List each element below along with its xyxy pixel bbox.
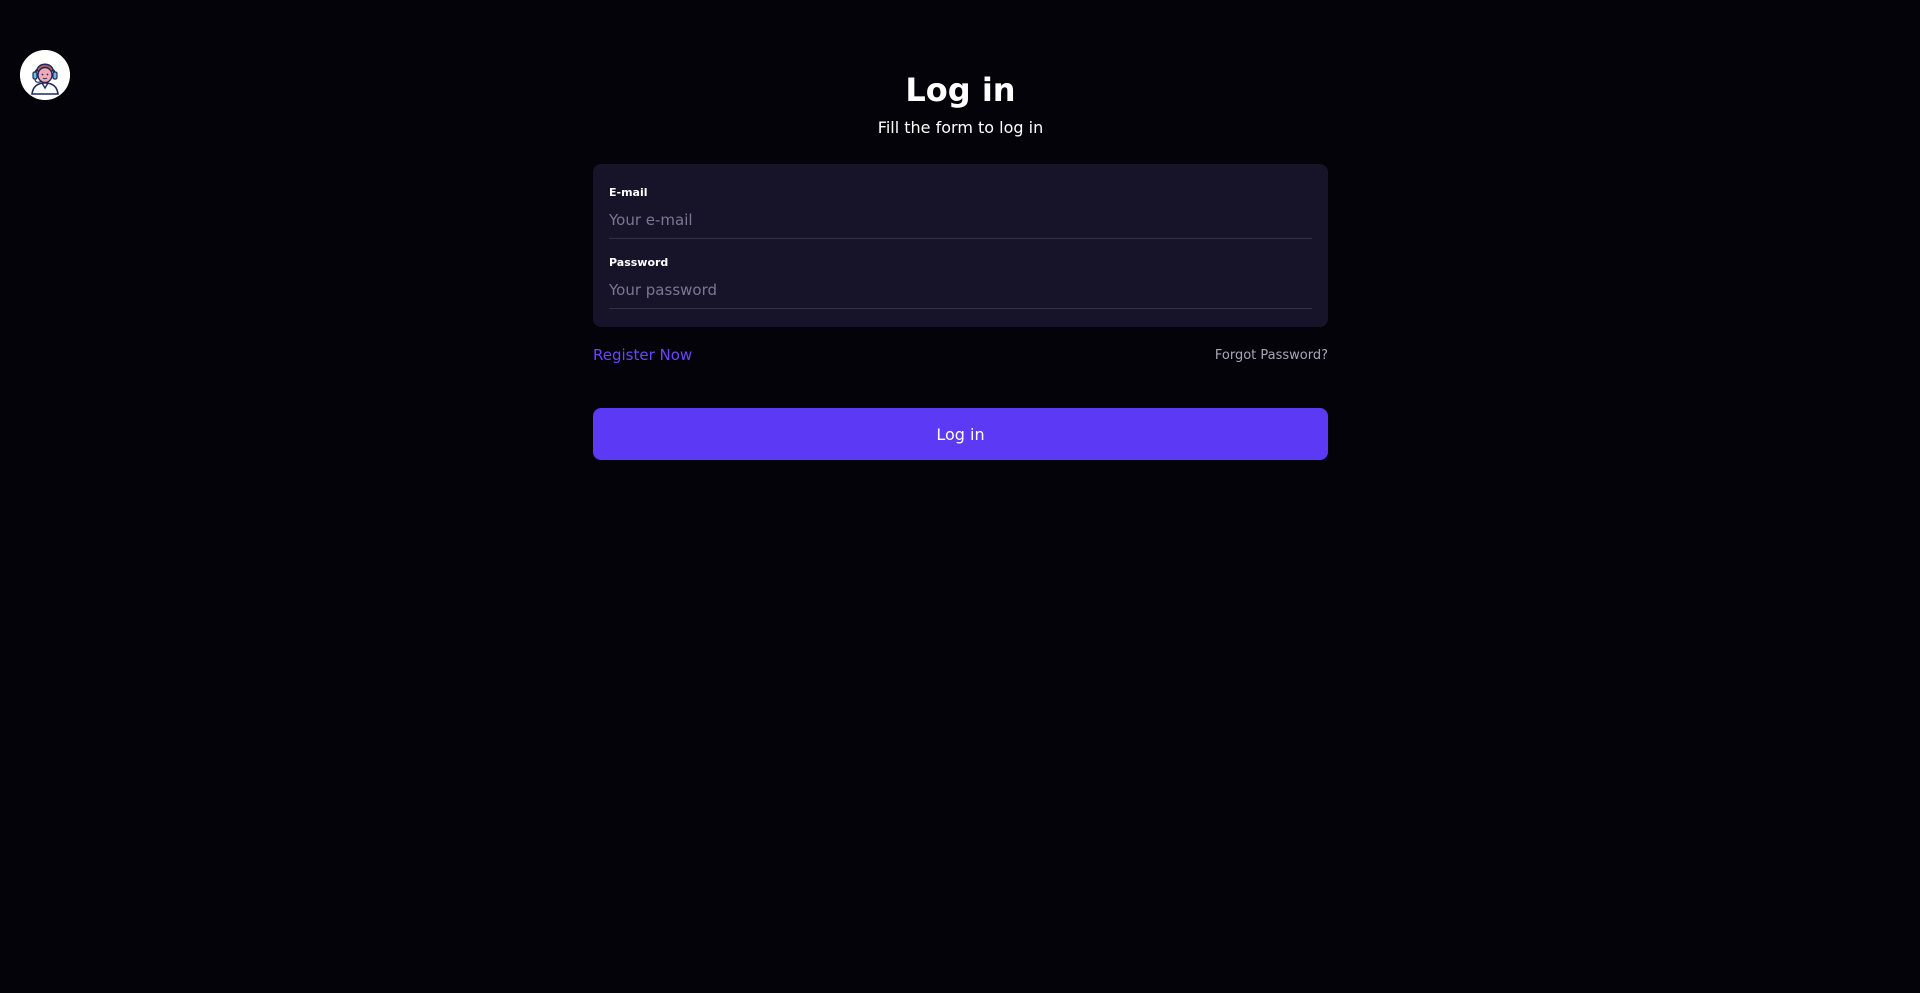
login-form: E-mail Password — [593, 164, 1328, 327]
password-label: Password — [609, 256, 669, 269]
email-input[interactable] — [609, 206, 1312, 239]
password-input[interactable] — [609, 276, 1312, 309]
page-title: Log in — [905, 71, 1016, 109]
forgot-password-link[interactable]: Forgot Password? — [1215, 346, 1328, 366]
login-button[interactable]: Log in — [593, 408, 1328, 460]
form-links: Register Now Forgot Password? — [593, 345, 1328, 367]
register-now-link[interactable]: Register Now — [593, 345, 692, 365]
email-field-group: E-mail — [609, 186, 1312, 239]
user-avatar-icon[interactable] — [20, 50, 70, 100]
email-label: E-mail — [609, 186, 648, 199]
password-field-group: Password — [609, 256, 1312, 309]
page-subtitle: Fill the form to log in — [877, 118, 1044, 137]
